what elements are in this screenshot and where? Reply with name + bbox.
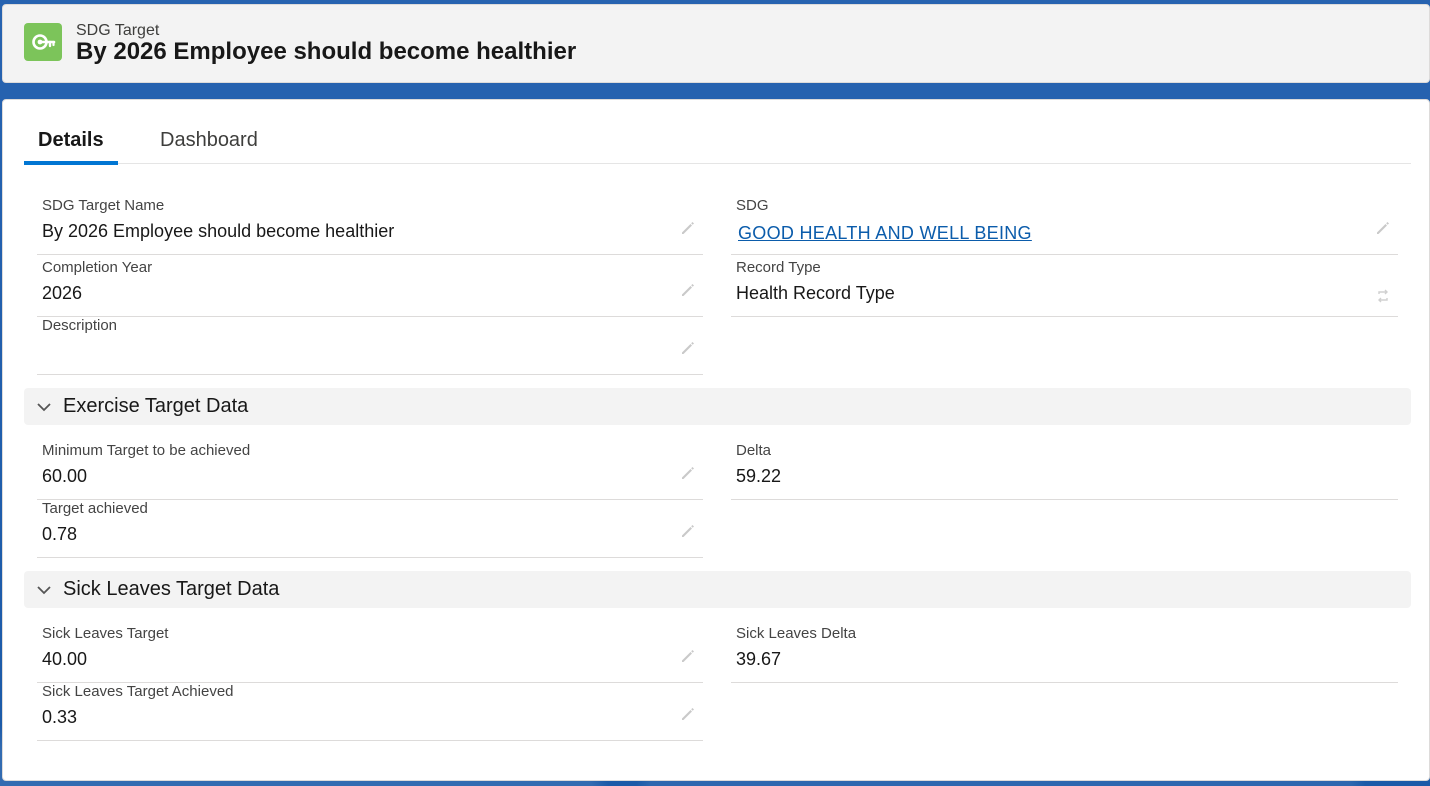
edit-pencil-icon[interactable] <box>679 219 697 237</box>
field-label: Description <box>42 317 118 334</box>
tab-dashboard[interactable]: Dashboard <box>160 116 258 164</box>
sick-leaves-delta-field: Sick Leaves Delta 39.67 <box>731 625 1398 683</box>
target-icon <box>24 23 62 61</box>
completion-year-field: Completion Year 2026 <box>37 259 703 317</box>
minimum-target-field: Minimum Target to be achieved 60.00 <box>37 442 703 500</box>
section-exercise-target-data[interactable]: Exercise Target Data <box>24 388 1411 425</box>
field-value: 2026 <box>42 283 83 303</box>
edit-pencil-icon[interactable] <box>679 705 697 723</box>
sick-leaves-target-achieved-field: Sick Leaves Target Achieved 0.33 <box>37 683 703 741</box>
record-header: SDG Target By 2026 Employee should becom… <box>2 4 1430 83</box>
field-label: Delta <box>736 442 772 459</box>
change-record-type-icon[interactable] <box>1374 287 1392 305</box>
edit-pencil-icon[interactable] <box>679 647 697 665</box>
edit-pencil-icon[interactable] <box>679 339 697 357</box>
description-field: Description <box>37 317 703 375</box>
field-value: 59.22 <box>736 466 782 486</box>
edit-pencil-icon[interactable] <box>1374 219 1392 237</box>
edit-pencil-icon[interactable] <box>679 281 697 299</box>
sdg-link[interactable]: GOOD HEALTH AND WELL BEING <box>738 223 1032 244</box>
section-title: Exercise Target Data <box>63 395 249 417</box>
field-value: Health Record Type <box>736 283 895 303</box>
sdg-field: SDG GOOD HEALTH AND WELL BEING <box>731 197 1398 255</box>
record-type-field: Record Type Health Record Type <box>731 259 1398 317</box>
sdg-target-name-field: SDG Target Name By 2026 Employee should … <box>37 197 703 255</box>
tab-bar: Details Dashboard <box>24 116 1411 165</box>
sick-leaves-target-field: Sick Leaves Target 40.00 <box>37 625 703 683</box>
chevron-down-icon <box>37 403 51 412</box>
field-value: 0.78 <box>42 524 78 544</box>
target-achieved-field: Target achieved 0.78 <box>37 500 703 558</box>
field-label: SDG Target Name <box>42 197 165 214</box>
record-detail-card: Details Dashboard SDG Target Name By 202… <box>2 99 1430 781</box>
section-title: Sick Leaves Target Data <box>63 578 280 600</box>
field-label: Target achieved <box>42 500 148 517</box>
field-value: 40.00 <box>42 649 88 669</box>
tab-details[interactable]: Details <box>24 116 118 165</box>
section-sick-leaves-target-data[interactable]: Sick Leaves Target Data <box>24 571 1411 608</box>
field-label: Sick Leaves Delta <box>736 625 857 642</box>
field-value: By 2026 Employee should become healthier <box>42 221 395 241</box>
delta-field: Delta 59.22 <box>731 442 1398 500</box>
chevron-down-icon <box>37 586 51 595</box>
field-value: 39.67 <box>736 649 782 669</box>
page-title: By 2026 Employee should become healthier <box>76 38 577 65</box>
field-label: Sick Leaves Target Achieved <box>42 683 234 700</box>
field-value: 0.33 <box>42 707 78 727</box>
edit-pencil-icon[interactable] <box>679 464 697 482</box>
field-label: SDG <box>736 197 769 214</box>
field-label: Sick Leaves Target <box>42 625 169 642</box>
field-label: Record Type <box>736 259 821 276</box>
field-label: Minimum Target to be achieved <box>42 442 251 459</box>
field-value: 60.00 <box>42 466 88 486</box>
edit-pencil-icon[interactable] <box>679 522 697 540</box>
field-label: Completion Year <box>42 259 153 276</box>
